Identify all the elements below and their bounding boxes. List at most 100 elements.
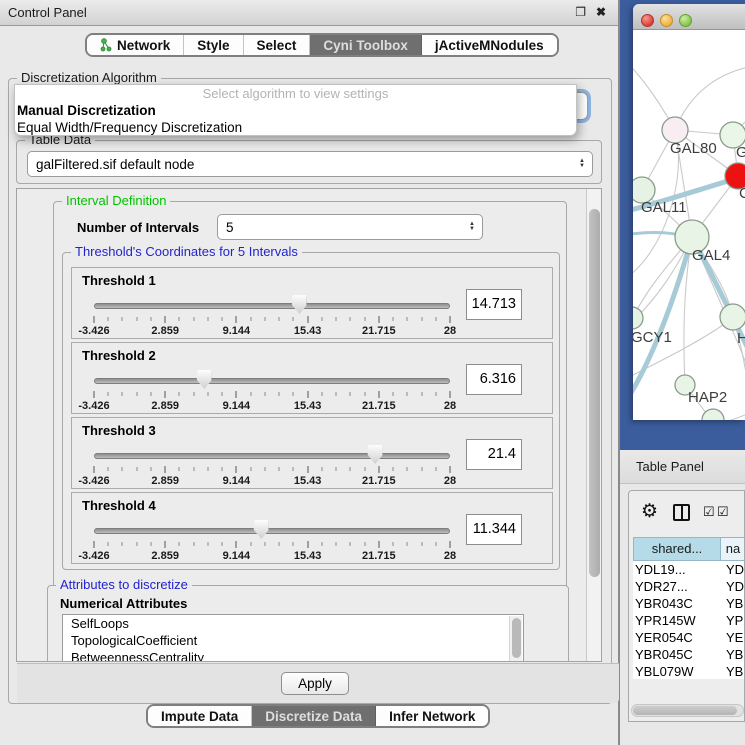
minor-tick [350,317,351,321]
network-edge[interactable] [675,65,745,130]
numerical-attributes-list[interactable]: SelfLoopsTopologicalCoefficientBetweenne… [62,614,524,662]
threshold-slider[interactable]: -3.4262.8599.14415.4321.71528 [94,519,450,559]
tab-network[interactable]: Network [87,35,184,55]
minor-tick [435,542,436,546]
popup-item-equal-width-frequency[interactable]: Equal Width/Frequency Discretization [15,119,576,136]
close-traffic-light-icon[interactable] [641,14,654,27]
tab-discretize-data[interactable]: Discretize Data [252,706,376,726]
major-tick [236,316,237,323]
tab-infer-network[interactable]: Infer Network [376,706,488,726]
scrollbar-thumb[interactable] [512,618,521,658]
network-node[interactable] [633,307,643,329]
minor-tick [264,317,265,321]
network-view-window[interactable]: GAL80GACGAL11GAL4GCY1HAHAP2 [633,4,745,420]
table-cell[interactable]: YBR045C [633,646,721,663]
threshold-value-field[interactable]: 6.316 [466,364,522,395]
table-horizontal-scrollbar[interactable] [631,704,744,717]
slider-track[interactable] [94,453,450,459]
table-row[interactable]: YBL079WYBL0 [633,663,745,679]
top-tab-bar: Network Style Select Cyni Toolbox jActiv… [85,33,559,57]
table-row[interactable]: YER054CYER0 [633,629,745,646]
table-data-combobox-value: galFiltered.sif default node [36,157,194,172]
table-row[interactable]: YBR043CYBR0 [633,595,745,612]
slider-thumb[interactable] [254,520,269,539]
threshold-slider[interactable]: -3.4262.8599.14415.4321.71528 [94,444,450,484]
tab-label: Select [257,35,297,56]
table-row[interactable]: YDL19...YDL1 [633,561,745,578]
table-rows: YDL19...YDL1YDR27...YDR2YBR043CYBR0YPR14… [633,561,745,679]
network-node-label: GA [736,144,745,161]
table-cell[interactable]: YBL0 [721,663,745,679]
node-table[interactable]: shared... na YDL19...YDL1YDR27...YDR2YBR… [633,537,745,679]
list-item[interactable]: BetweennessCentrality [63,649,523,662]
column-header-name[interactable]: na [721,537,745,561]
slider-track[interactable] [94,303,450,309]
minor-tick [336,467,337,471]
table-row[interactable]: YDR27...YDR2 [633,578,745,595]
network-node[interactable] [702,409,724,420]
network-window-titlebar[interactable] [633,4,745,30]
minor-tick [264,392,265,396]
tab-style[interactable]: Style [184,35,243,55]
table-cell[interactable]: YPR1 [721,612,745,629]
threshold-slider[interactable]: -3.4262.8599.14415.4321.71528 [94,369,450,409]
minor-tick [293,542,294,546]
minor-tick [222,542,223,546]
threshold-slider[interactable]: -3.4262.8599.14415.4321.71528 [94,294,450,334]
threshold-value-field[interactable]: 11.344 [466,514,522,545]
scrollbar-thumb[interactable] [633,706,737,715]
control-panel-title: Control Panel [8,5,87,20]
settings-scrollbar[interactable] [586,189,601,661]
table-cell[interactable]: YDR27... [633,578,721,595]
popup-item-manual-discretization[interactable]: Manual Discretization [15,102,576,119]
slider-thumb[interactable] [197,370,212,389]
tick-label: 15.43 [294,400,322,412]
column-header-shared-name[interactable]: shared... [633,537,721,561]
list-item[interactable]: TopologicalCoefficient [63,632,523,649]
table-cell[interactable]: YBL079W [633,663,721,679]
scrollbar-thumb[interactable] [589,209,600,577]
tick-label: 2.859 [151,400,179,412]
tab-impute-data[interactable]: Impute Data [148,706,252,726]
slider-thumb[interactable] [368,445,383,464]
network-canvas[interactable]: GAL80GACGAL11GAL4GCY1HAHAP2 [633,30,745,420]
float-window-icon[interactable]: ❐ [575,0,586,26]
close-icon[interactable]: ✖ [596,0,606,26]
slider-track[interactable] [94,528,450,534]
table-cell[interactable]: YDL19... [633,561,721,578]
table-row[interactable]: YBR045CYBR0 [633,646,745,663]
table-cell[interactable]: YER054C [633,629,721,646]
network-node[interactable] [720,304,745,330]
select-all-checkbox-icon[interactable]: ☑ [703,505,715,518]
table-row[interactable]: YPR145WYPR1 [633,612,745,629]
table-cell[interactable]: YDL1 [721,561,745,578]
zoom-traffic-light-icon[interactable] [679,14,692,27]
tab-cyni-toolbox[interactable]: Cyni Toolbox [310,35,422,55]
threshold-title: Threshold 4 [82,498,156,513]
select-none-checkbox-icon[interactable]: ☑ [717,505,729,518]
table-cell[interactable]: YER0 [721,629,745,646]
tab-jactivemnodules[interactable]: jActiveMNodules [422,35,557,55]
table-cell[interactable]: YBR0 [721,595,745,612]
table-cell[interactable]: YBR043C [633,595,721,612]
minor-tick [336,542,337,546]
table-data-combobox[interactable]: galFiltered.sif default node ▲▼ [27,151,593,177]
table-cell[interactable]: YPR145W [633,612,721,629]
slider-thumb[interactable] [292,295,307,314]
threshold-value-field[interactable]: 14.713 [466,289,522,320]
gear-icon[interactable]: ⚙ [641,500,658,523]
table-cell[interactable]: YDR2 [721,578,745,595]
algorithm-placeholder: Select algorithm to view settings [15,85,576,102]
attributes-list-scrollbar[interactable] [509,616,522,662]
apply-button[interactable]: Apply [281,672,349,695]
slider-track[interactable] [94,378,450,384]
table-cell[interactable]: YBR0 [721,646,745,663]
threshold-value-field[interactable]: 21.4 [466,439,522,470]
network-node-label: GCY1 [633,329,672,346]
number-of-intervals-combobox[interactable]: 5 ▲▼ [217,214,483,240]
minimize-traffic-light-icon[interactable] [660,14,673,27]
list-item[interactable]: SelfLoops [63,615,523,632]
tab-select[interactable]: Select [244,35,311,55]
network-edge[interactable] [633,318,733,380]
columns-icon[interactable] [673,504,690,521]
